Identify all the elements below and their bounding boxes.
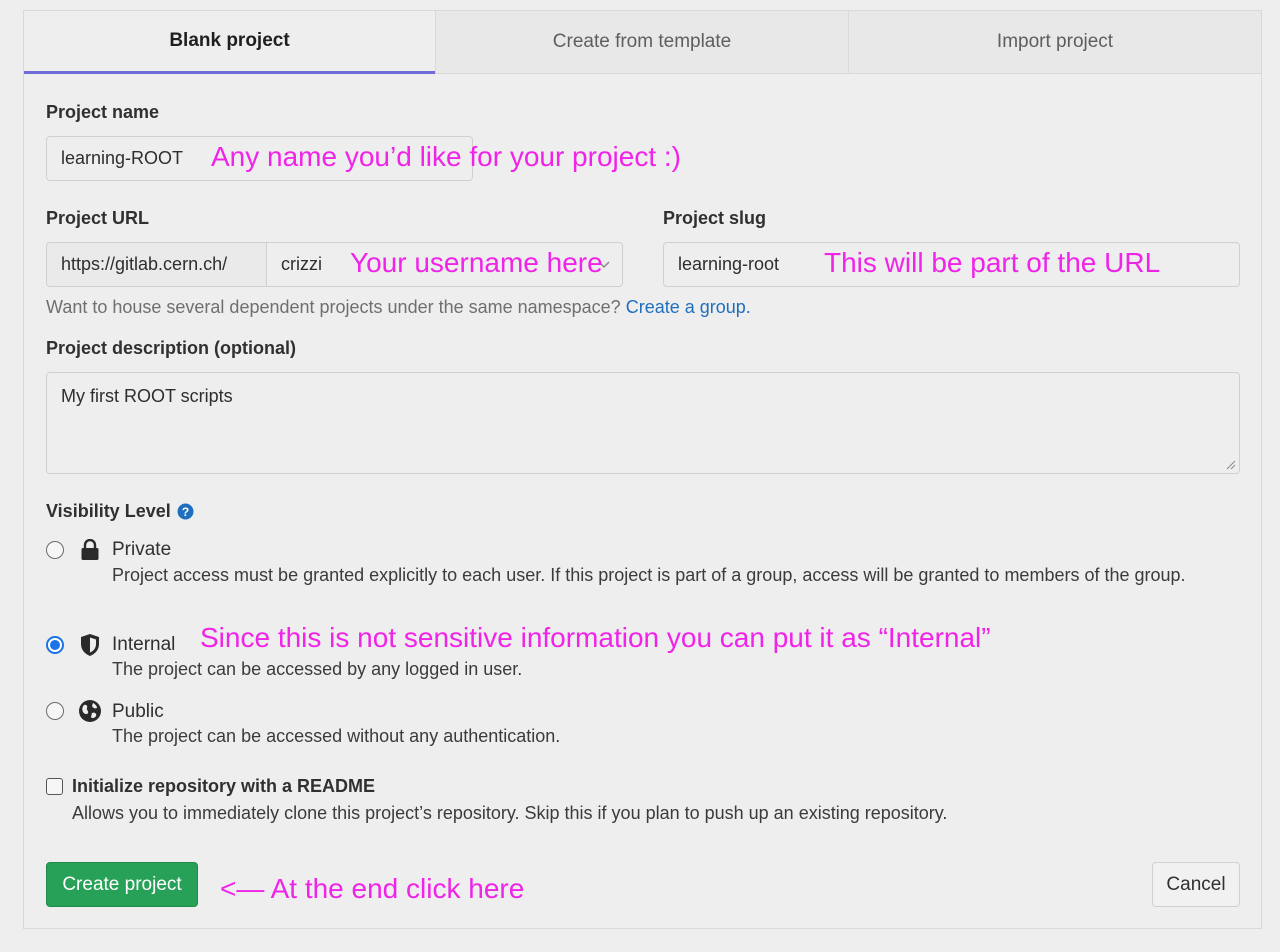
tab-import-project[interactable]: Import project: [848, 11, 1261, 74]
help-icon[interactable]: ?: [177, 503, 194, 520]
project-name-label: Project name: [46, 102, 160, 122]
tab-create-from-template[interactable]: Create from template: [435, 11, 848, 74]
namespace-hint-text: Want to house several dependent projects…: [46, 297, 621, 317]
new-project-panel: Blank project Create from template Impor…: [23, 10, 1262, 929]
visibility-level-label: Visibility Level: [46, 501, 171, 521]
readme-checkbox[interactable]: [46, 778, 63, 795]
project-slug-value: learning-root: [678, 254, 780, 274]
visibility-internal-title: Internal: [112, 634, 176, 655]
visibility-internal-annotation: Since this is not sensitive information …: [200, 622, 991, 653]
visibility-public-radio[interactable]: [46, 702, 64, 720]
visibility-level-heading: Visibility Level ?: [46, 501, 194, 522]
project-url-prefix: https://gitlab.cern.ch/: [46, 242, 267, 287]
visibility-private-description: Project access must be granted explicitl…: [112, 565, 1186, 585]
project-url-label: Project URL: [46, 208, 150, 228]
project-tabs: Blank project Create from template Impor…: [24, 11, 1261, 74]
create-project-annotation: <— At the end click here: [220, 873, 525, 904]
project-name-annotation: Any name you’d like for your project :): [211, 141, 681, 172]
visibility-private-radio[interactable]: [46, 541, 64, 559]
shield-icon: [81, 634, 99, 656]
create-project-button[interactable]: Create project: [46, 862, 198, 907]
cancel-button[interactable]: Cancel: [1152, 862, 1240, 907]
project-slug-annotation: This will be part of the URL: [824, 247, 1161, 278]
create-group-link[interactable]: Create a group.: [626, 297, 751, 317]
namespace-value: crizzi: [281, 254, 322, 274]
readme-description: Allows you to immediately clone this pro…: [72, 803, 948, 823]
project-slug-label: Project slug: [663, 208, 767, 228]
namespace-hint: Want to house several dependent projects…: [46, 297, 751, 318]
tab-blank-project[interactable]: Blank project: [24, 11, 435, 74]
resize-handle-icon[interactable]: [1226, 460, 1236, 470]
project-name-value: learning-ROOT: [61, 148, 184, 168]
visibility-public-description: The project can be accessed without any …: [112, 726, 561, 746]
project-description-value: My first ROOT scripts: [61, 386, 233, 406]
visibility-public-title: Public: [112, 701, 164, 722]
lock-icon: [81, 539, 99, 560]
project-url-annotation: Your username here: [350, 247, 603, 278]
visibility-internal-description: The project can be accessed by any logge…: [112, 659, 523, 679]
visibility-private-title: Private: [112, 539, 172, 560]
project-url-prefix-text: https://gitlab.cern.ch/: [61, 254, 228, 274]
readme-label: Initialize repository with a README: [72, 776, 376, 796]
project-description-textarea[interactable]: My first ROOT scripts: [46, 372, 1240, 474]
globe-icon: [79, 700, 101, 722]
project-description-label: Project description (optional): [46, 338, 297, 358]
visibility-internal-radio[interactable]: [46, 636, 64, 654]
svg-text:?: ?: [182, 505, 189, 519]
